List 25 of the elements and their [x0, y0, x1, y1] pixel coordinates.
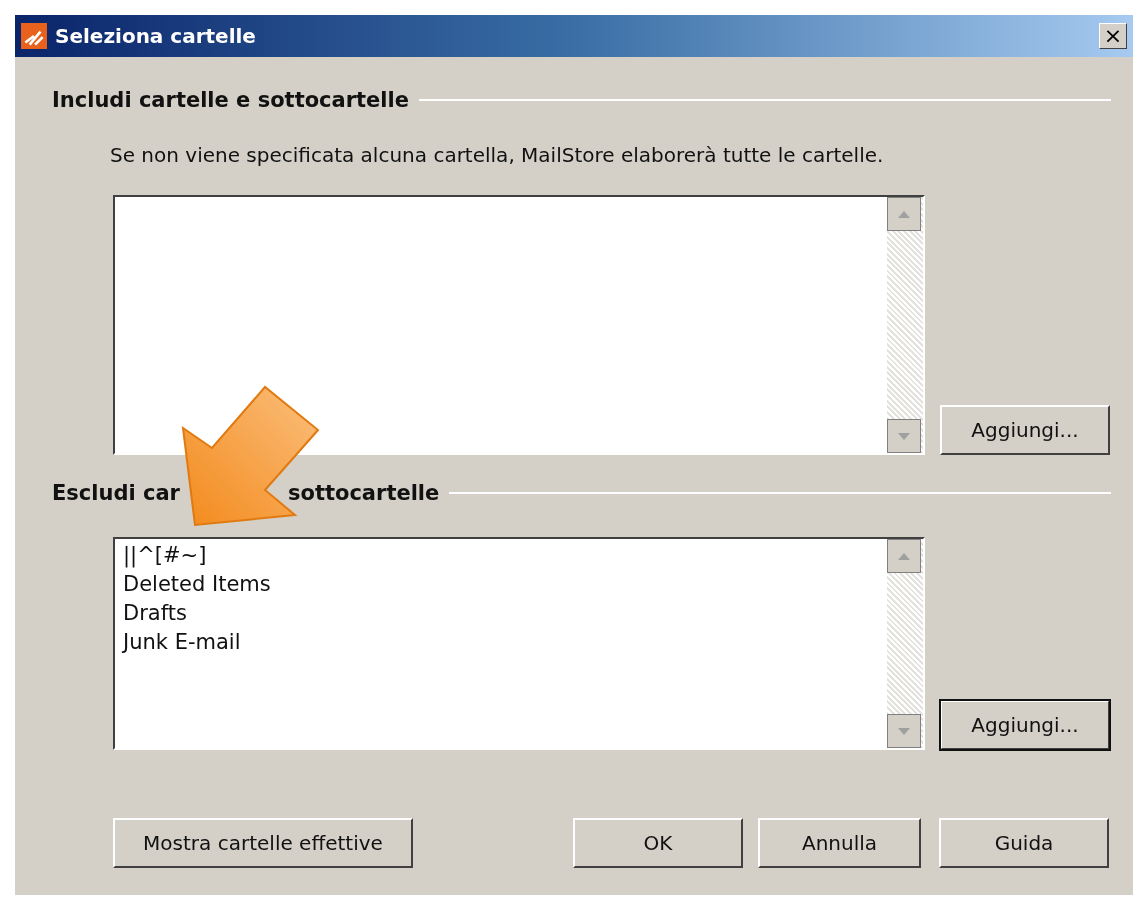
list-item[interactable]: Junk E-mail [123, 628, 879, 657]
scrollbar[interactable] [887, 539, 923, 748]
dialog-button[interactable]: OK [573, 818, 743, 868]
scroll-down-icon[interactable] [887, 714, 921, 748]
list-item[interactable]: Deleted Items [123, 570, 879, 599]
folder-list[interactable]: ||^[#~] Deleted Items Drafts Junk E-mail [113, 537, 925, 750]
section-heading: sottocartelle [287, 481, 440, 505]
scroll-up-icon[interactable] [887, 539, 921, 573]
dialog-button[interactable]: Mostra cartelle effettive [113, 818, 413, 868]
app-icon [21, 23, 47, 49]
scroll-down-icon[interactable] [887, 419, 921, 453]
section-heading: Includi cartelle e sottocartelle [52, 88, 409, 112]
list-item[interactable]: Drafts [123, 599, 879, 628]
info-text: Se non viene specificata alcuna cartella, MailStore elaborerà tutte le cartelle. [110, 143, 885, 167]
add-button[interactable]: Aggiungi... [940, 700, 1110, 750]
list-item[interactable]: ||^[#~] [123, 541, 879, 570]
dialog-button[interactable]: Guida [939, 818, 1109, 868]
scroll-up-icon[interactable] [887, 197, 921, 231]
folder-list[interactable] [113, 195, 925, 455]
scrollbar[interactable] [887, 197, 923, 453]
section-heading: Escludi car [52, 481, 180, 505]
close-button[interactable]: × [1099, 23, 1127, 49]
dialog-button[interactable]: Annulla [758, 818, 921, 868]
window-title: Seleziona cartelle [55, 24, 257, 48]
add-button[interactable]: Aggiungi... [940, 405, 1110, 455]
